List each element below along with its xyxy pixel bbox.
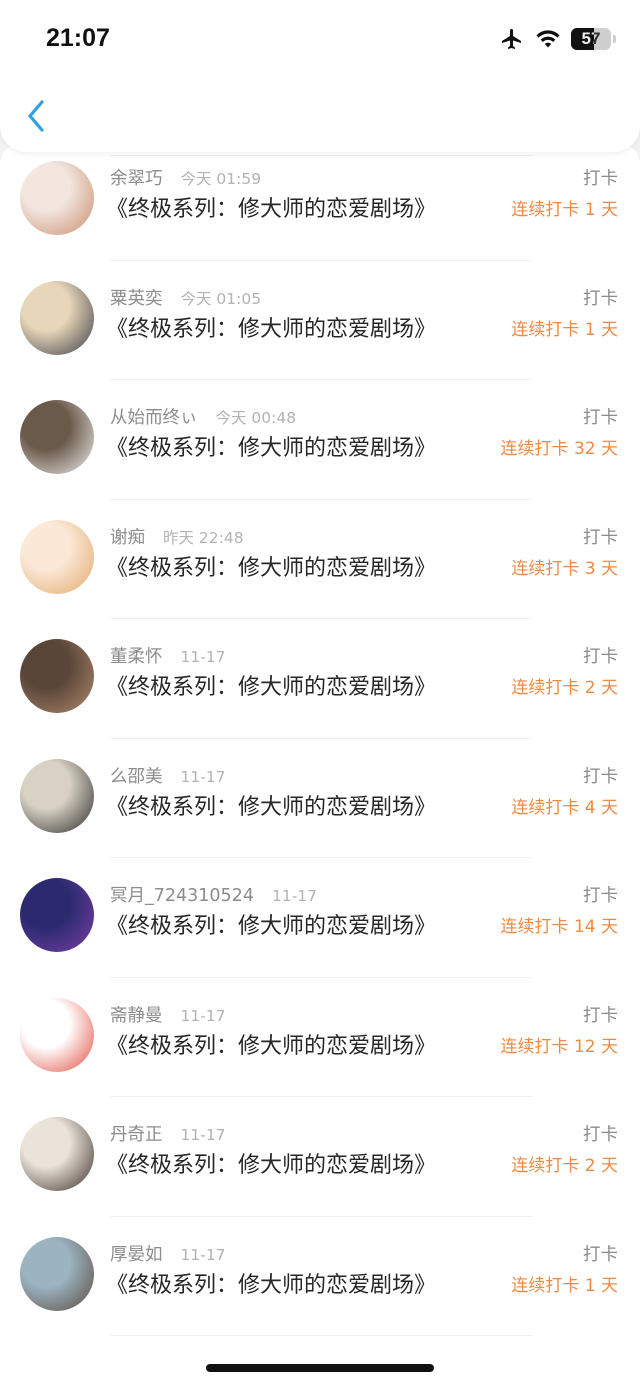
checkin-action-label: 打卡 — [583, 1244, 618, 1265]
streak-count: 连续打卡 2 天 — [511, 1156, 618, 1176]
streak-count: 连续打卡 1 天 — [511, 1275, 618, 1296]
avatar[interactable] — [20, 280, 94, 355]
checkin-time: 今天 01:59 — [180, 170, 262, 188]
checkin-row[interactable]: 么邵美 11-17 《终极系列：修大师的恋爱剧场》 打卡连续打卡 4 天 — [0, 739, 640, 858]
checkin-time: 11-17 — [180, 767, 226, 786]
checkin-title[interactable]: 《终极系列：修大师的恋爱剧场》 — [106, 669, 436, 701]
checkin-title[interactable]: 《终极系列：修大师的恋爱剧场》 — [106, 430, 436, 462]
checkin-meta: 粟英奕 今天 01:05 — [110, 285, 261, 310]
checkin-action-label: 打卡 — [583, 1005, 618, 1026]
streak-count: 连续打卡 4 天 — [511, 797, 618, 818]
checkin-row[interactable]: 余翠巧 今天 01:59 《终极系列：修大师的恋爱剧场》 打卡 连续打卡 1 天 — [0, 141, 640, 261]
checkin-time: 11-17 — [271, 887, 318, 905]
checkin-row[interactable]: 斋静曼 11-17 《终极系列：修大师的恋爱剧场》 打卡连续打卡 12 天 — [0, 978, 640, 1097]
checkin-meta: 从始而终ぃ 今天 00:48 — [110, 404, 296, 429]
username[interactable]: 丹奇正 — [110, 1121, 163, 1146]
avatar[interactable] — [20, 639, 94, 713]
checkin-title[interactable]: 《终极系列：修大师的恋爱剧场》 — [106, 191, 436, 223]
avatar[interactable] — [20, 161, 94, 235]
status-time: 21:07 — [46, 24, 110, 52]
username[interactable]: 粟英奕 — [110, 285, 163, 310]
streak-count: 连续打卡 1 天 — [511, 319, 618, 340]
checkin-action-label: 打卡 — [583, 408, 618, 428]
username[interactable]: 么邵美 — [110, 763, 163, 788]
checkin-title[interactable]: 《终极系列：修大师的恋爱剧场》 — [106, 908, 436, 940]
checkin-meta: 余翠巧 今天 01:59 — [110, 165, 261, 190]
checkin-title[interactable]: 《终极系列：修大师的恋爱剧场》 — [106, 1028, 436, 1060]
checkin-action-label: 打卡 — [583, 766, 618, 787]
airplane-icon — [499, 27, 525, 51]
checkin-meta: 董柔怀 11-17 — [110, 643, 226, 668]
checkin-title[interactable]: 《终极系列：修大师的恋爱剧场》 — [106, 1147, 436, 1179]
checkin-meta: 厚晏如 11-17 — [110, 1241, 226, 1266]
battery-icon: 57 — [571, 28, 611, 50]
checkin-action-label: 打卡 — [583, 527, 618, 548]
checkin-time: 11-17 — [180, 1245, 226, 1264]
checkin-row[interactable]: 粟英奕 今天 01:05 《终极系列：修大师的恋爱剧场》 打卡 连续打卡 1 天 — [0, 261, 640, 380]
avatar[interactable] — [20, 1117, 94, 1191]
checkin-time: 11-17 — [180, 1006, 226, 1025]
checkin-title[interactable]: 《终极系列：修大师的恋爱剧场》 — [106, 311, 436, 343]
checkin-row[interactable]: 厚晏如 11-17 《终极系列：修大师的恋爱剧场》 打卡连续打卡 1 天 — [0, 1217, 640, 1336]
checkin-time: 11-17 — [180, 1126, 226, 1144]
checkin-title[interactable]: 《终极系列：修大师的恋爱剧场》 — [106, 550, 436, 582]
avatar[interactable] — [20, 997, 94, 1072]
chevron-left-icon — [28, 100, 44, 132]
streak-count: 连续打卡 12 天 — [500, 1036, 618, 1057]
battery-level: 57 — [581, 29, 601, 48]
username[interactable]: 谢痴 — [110, 524, 145, 549]
checkin-action-label: 打卡 — [583, 647, 618, 667]
checkin-meta: 冥月_724310524 11-17 — [110, 882, 317, 907]
checkin-meta: 斋静曼 11-17 — [110, 1002, 226, 1027]
checkin-meta: 谢痴 昨天 22:48 — [110, 524, 244, 549]
avatar[interactable] — [20, 400, 94, 474]
checkin-meta: 丹奇正 11-17 — [110, 1121, 226, 1146]
streak-count: 连续打卡 32 天 — [500, 439, 618, 459]
home-indicator — [206, 1364, 434, 1372]
checkin-action-label: 打卡 — [583, 288, 618, 309]
streak-count: 连续打卡 14 天 — [500, 917, 618, 937]
status-icons: 57 — [499, 26, 616, 52]
username[interactable]: 斋静曼 — [110, 1002, 163, 1027]
checkin-title[interactable]: 《终极系列：修大师的恋爱剧场》 — [106, 789, 436, 821]
streak-count: 连续打卡 2 天 — [511, 678, 618, 698]
avatar[interactable] — [20, 758, 94, 833]
back-button[interactable] — [22, 96, 50, 136]
username[interactable]: 厚晏如 — [110, 1241, 163, 1266]
checkin-row[interactable]: 谢痴 昨天 22:48 《终极系列：修大师的恋爱剧场》 打卡 连续打卡 3 天 — [0, 500, 640, 619]
wifi-icon — [535, 28, 561, 50]
username[interactable]: 董柔怀 — [110, 643, 163, 668]
checkin-time: 昨天 22:48 — [163, 528, 244, 547]
checkin-row[interactable]: 丹奇正 11-17 《终极系列：修大师的恋爱剧场》 打卡连续打卡 2 天 — [0, 1097, 640, 1217]
avatar[interactable] — [20, 1236, 94, 1311]
avatar[interactable] — [20, 878, 94, 952]
checkin-time: 今天 00:48 — [215, 409, 297, 427]
streak-count: 连续打卡 3 天 — [511, 558, 618, 579]
avatar[interactable] — [20, 519, 94, 594]
checkin-action-label: 打卡 — [583, 1125, 618, 1145]
checkin-time: 今天 01:05 — [180, 289, 262, 308]
username[interactable]: 冥月_724310524 — [110, 882, 254, 907]
checkin-meta: 么邵美 11-17 — [110, 763, 226, 788]
username[interactable]: 从始而终ぃ — [110, 404, 198, 429]
username[interactable]: 余翠巧 — [110, 165, 163, 190]
top-bar: 21:07 57 — [0, 0, 640, 152]
checkin-row[interactable]: 冥月_724310524 11-17 《终极系列：修大师的恋爱剧场》 打卡连续打卡 1… — [0, 858, 640, 978]
checkin-action-label: 打卡 — [583, 169, 618, 189]
row-divider — [110, 1335, 532, 1336]
checkin-row[interactable]: 从始而终ぃ 今天 00:48 《终极系列：修大师的恋爱剧场》 打卡 连续打卡 32 天 — [0, 380, 640, 500]
checkin-row[interactable]: 董柔怀 11-17 《终极系列：修大师的恋爱剧场》 打卡连续打卡 2 天 — [0, 619, 640, 739]
streak-count: 连续打卡 1 天 — [511, 200, 618, 220]
checkin-title[interactable]: 《终极系列：修大师的恋爱剧场》 — [106, 1267, 436, 1299]
checkin-action-label: 打卡 — [583, 886, 618, 906]
checkin-time: 11-17 — [180, 648, 226, 666]
